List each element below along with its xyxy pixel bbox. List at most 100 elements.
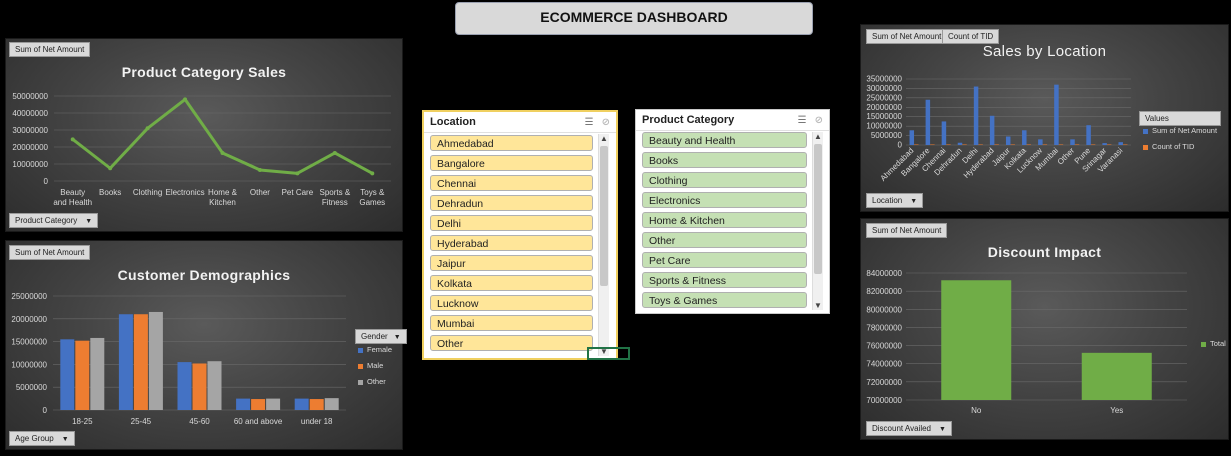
y-tick-label: 35000000	[866, 75, 902, 84]
y-tick-label: 84000000	[866, 269, 902, 278]
data-point	[108, 166, 113, 171]
legend-gender-filter[interactable]: Gender ▼	[355, 329, 407, 344]
slicer-item[interactable]: Beauty and Health	[642, 132, 807, 148]
sales-by-location-chart[interactable]: Sum of Net Amount Count of TID Sales by …	[860, 24, 1229, 212]
product-category-sales-chart[interactable]: Sum of Net Amount Product Category Sales…	[5, 38, 403, 232]
clear-filter-icon[interactable]: ⊘	[602, 117, 610, 128]
clear-filter-icon[interactable]: ⊘	[815, 115, 823, 126]
x-tick-label: Fitness	[322, 198, 348, 207]
slicer-item[interactable]: Hyderabad	[430, 235, 593, 251]
filter-age-group[interactable]: Age Group ▼	[9, 431, 75, 446]
filter-product-category[interactable]: Product Category ▼	[9, 213, 99, 228]
slicer-item[interactable]: Toys & Games	[642, 292, 807, 308]
x-tick-label: Yes	[1110, 406, 1123, 415]
y-tick-label: 10000000	[12, 160, 48, 169]
y-tick-label: 76000000	[866, 342, 902, 351]
y-tick-label: 74000000	[866, 360, 902, 369]
slicer-scrollbar[interactable]: ▲ ▼	[598, 134, 609, 356]
filter-discount-availed[interactable]: Discount Availed ▼	[866, 421, 952, 436]
scroll-down-icon[interactable]: ▼	[813, 301, 823, 310]
x-tick-label: Kitchen	[209, 198, 236, 207]
slicer-item[interactable]: Electronics	[642, 192, 807, 208]
slicer-item[interactable]: Kolkata	[430, 275, 593, 291]
legend-total: Total	[1201, 339, 1226, 348]
legend-label: Total	[1210, 339, 1226, 348]
dashboard-title: ECOMMERCE DASHBOARD	[540, 9, 728, 25]
bar-female	[236, 398, 251, 410]
data-point	[220, 150, 225, 155]
slicer-scrollbar[interactable]: ▲ ▼	[812, 132, 823, 310]
slicer-item[interactable]: Dehradun	[430, 195, 593, 211]
legend-label: Male	[367, 361, 384, 370]
slicer-item[interactable]: Delhi	[430, 215, 593, 231]
slicer-item[interactable]: Pet Care	[642, 252, 807, 268]
x-tick-label: 25-45	[131, 417, 152, 426]
product-category-slicer[interactable]: Product Category ☰ ⊘ Beauty and Health Boo…	[635, 109, 830, 314]
slicer-item[interactable]: Books	[642, 152, 807, 168]
dropdown-arrow-icon: ▼	[910, 198, 918, 205]
slicer-item[interactable]: Lucknow	[430, 295, 593, 311]
location-slicer[interactable]: Location ☰ ⊘ Ahmedabad Bangalore Chennai Deh…	[422, 110, 618, 360]
bar-sum-net-amount	[989, 115, 995, 145]
x-tick-label: Games	[359, 198, 385, 207]
multi-select-icon[interactable]: ☰	[585, 117, 594, 128]
slicer-item[interactable]: Ahmedabad	[430, 135, 593, 151]
dropdown-arrow-icon: ▼	[393, 334, 401, 341]
customer-demographics-chart[interactable]: Sum of Net Amount Customer Demographics …	[5, 240, 407, 450]
y-tick-label: 82000000	[866, 287, 902, 296]
discount-bar-plot: 84000000 82000000 80000000 78000000 76000000…	[866, 269, 1187, 415]
data-point	[332, 150, 337, 155]
legend-values-button[interactable]: Values	[1139, 111, 1221, 126]
scroll-up-icon[interactable]: ▲	[813, 132, 823, 141]
slicer-item[interactable]: Clothing	[642, 172, 807, 188]
slicer-item[interactable]: Chennai	[430, 175, 593, 191]
slicer-item[interactable]: Other	[430, 335, 593, 351]
bar-other	[207, 361, 222, 410]
bar-sum-net-amount	[909, 130, 915, 145]
bar-sum-net-amount	[1118, 142, 1123, 145]
y-tick-label: 20000000	[866, 103, 902, 112]
bar-other	[324, 398, 339, 410]
filter-label: Product Category	[15, 216, 78, 225]
data-point	[145, 126, 150, 131]
bar-sum-net-amount	[925, 99, 931, 145]
scroll-thumb[interactable]	[814, 144, 822, 274]
legend-swatch	[1201, 341, 1206, 347]
y-tick-label: 0	[898, 141, 903, 150]
slicer-item[interactable]: Jaipur	[430, 255, 593, 271]
y-tick-label: 10000000	[866, 122, 902, 131]
y-tick-label: 5000000	[871, 131, 903, 140]
y-tick-label: 78000000	[866, 323, 902, 332]
y-tick-label: 15000000	[11, 338, 47, 347]
y-tick-label: 30000000	[12, 126, 48, 135]
bar-count-tid	[1042, 144, 1048, 145]
selected-cell[interactable]	[587, 347, 630, 360]
slicer-item[interactable]: Home & Kitchen	[642, 212, 807, 228]
bar-total	[941, 280, 1012, 400]
bar-sum-net-amount	[1054, 84, 1059, 145]
bar-count-tid	[930, 144, 935, 145]
multi-select-icon[interactable]: ☰	[798, 115, 807, 126]
slicer-item[interactable]: Mumbai	[430, 315, 593, 331]
product-line-plot: 50000000 40000000 30000000 20000000 10000000…	[12, 92, 391, 207]
y-tick-label: 15000000	[866, 112, 902, 121]
filter-label: Age Group	[15, 434, 54, 443]
slicer-item[interactable]: Bangalore	[430, 155, 593, 171]
slicer-item[interactable]: Other	[642, 232, 807, 248]
bar-other	[148, 311, 163, 410]
bar-count-tid	[1122, 144, 1128, 145]
discount-impact-chart[interactable]: Sum of Net Amount Discount Impact 840000…	[860, 218, 1229, 440]
scroll-up-icon[interactable]: ▲	[599, 134, 609, 143]
data-point	[295, 171, 300, 176]
demographics-bar-plot: 25000000 20000000 15000000 10000000 5000000 0…	[11, 292, 346, 426]
y-tick-label: 20000000	[12, 143, 48, 152]
filter-location[interactable]: Location ▼	[866, 193, 924, 208]
dropdown-arrow-icon: ▼	[61, 436, 69, 443]
slicer-item[interactable]: Sports & Fitness	[642, 272, 807, 288]
slicer-header: Location ☰ ⊘	[424, 112, 616, 133]
scroll-thumb[interactable]	[600, 146, 608, 286]
legend-swatch	[1143, 128, 1148, 134]
bar-sum-net-amount	[1022, 130, 1027, 145]
y-tick-label: 70000000	[866, 396, 902, 405]
y-tick-label: 0	[44, 177, 49, 186]
